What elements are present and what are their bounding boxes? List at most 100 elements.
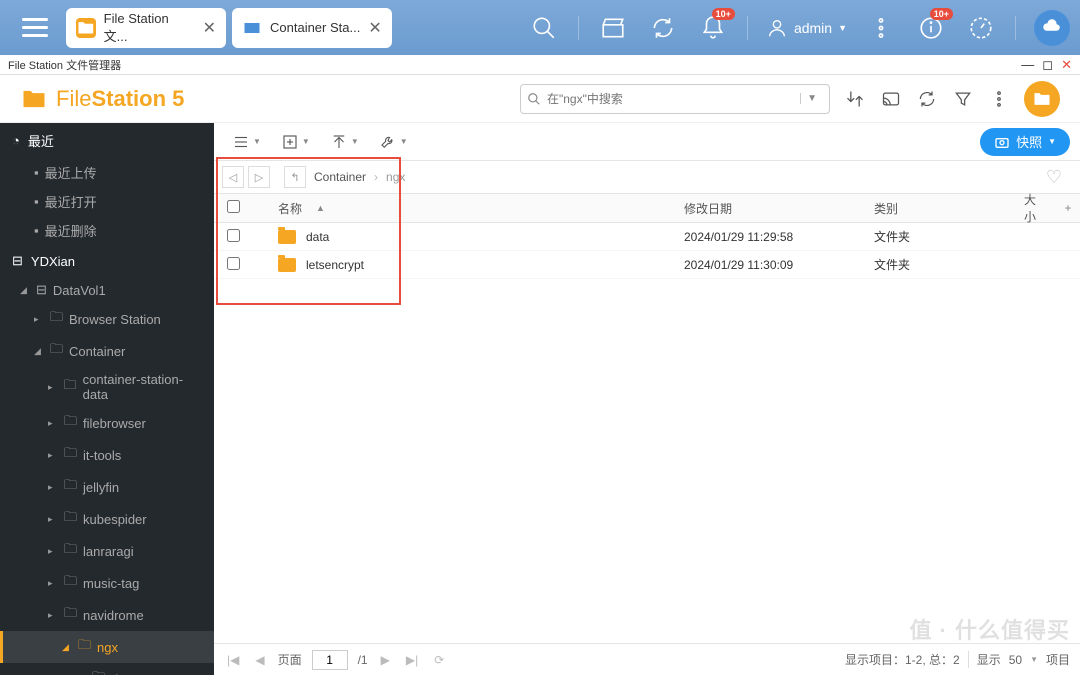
window-titlebar: File Station 文件管理器 — ◻ ✕ bbox=[0, 55, 1080, 75]
select-all-checkbox[interactable] bbox=[227, 200, 240, 213]
snapshot-button[interactable]: 快照▼ bbox=[980, 128, 1070, 156]
sidebar-section-host[interactable]: ⊟YDXian bbox=[0, 245, 214, 277]
create-button[interactable]: ▼ bbox=[273, 128, 318, 156]
cast-icon[interactable] bbox=[880, 88, 902, 110]
sidebar-section-recent[interactable]: ◔最近 bbox=[0, 123, 214, 158]
favorite-icon[interactable]: ♡ bbox=[1046, 167, 1062, 188]
sidebar-item-folder[interactable]: ▸🗀Browser Station bbox=[0, 303, 214, 335]
column-header-date[interactable]: 修改日期 bbox=[684, 200, 874, 217]
page-refresh-button[interactable]: ⟳ bbox=[431, 653, 447, 667]
view-mode-button[interactable]: ▼ bbox=[224, 128, 269, 156]
toolbar: ▼ ▼ ▼ ▼ 快照▼ bbox=[214, 123, 1080, 161]
os-tab-label: File Station 文... bbox=[104, 11, 195, 45]
folder-icon bbox=[76, 18, 96, 38]
app-header: FileStation 5 ▼ bbox=[0, 75, 1080, 123]
sidebar-item-recent-open[interactable]: ▪最近打开 bbox=[0, 187, 214, 216]
maximize-button[interactable]: ◻ bbox=[1042, 57, 1053, 73]
pager-status: 显示项目：1-2, 总：2 bbox=[845, 651, 960, 668]
os-tab-container[interactable]: Container Sta... ✕ bbox=[232, 8, 392, 48]
search-box[interactable]: ▼ bbox=[520, 84, 830, 114]
page-label: 页面 bbox=[278, 651, 302, 668]
sidebar-item-folder[interactable]: ▸🗀music-tag bbox=[0, 567, 214, 599]
container-icon bbox=[242, 18, 262, 38]
menu-icon[interactable] bbox=[10, 8, 60, 48]
page-total: /1 bbox=[358, 653, 368, 667]
filter-icon[interactable] bbox=[952, 88, 974, 110]
sidebar-item-volume[interactable]: ◢⊟DataVol1 bbox=[0, 277, 214, 303]
close-icon[interactable]: ✕ bbox=[368, 18, 381, 38]
breadcrumb-current: ngx bbox=[382, 170, 409, 184]
refresh-icon[interactable] bbox=[647, 12, 679, 44]
column-header-size[interactable]: 大小 bbox=[1024, 191, 1056, 225]
sidebar-item-folder[interactable]: ▸🗀data bbox=[0, 663, 214, 675]
display-label: 显示 bbox=[968, 651, 1001, 668]
close-icon[interactable]: ✕ bbox=[203, 18, 216, 38]
minimize-button[interactable]: — bbox=[1021, 57, 1034, 73]
window-title: File Station 文件管理器 bbox=[8, 57, 121, 73]
search-icon[interactable] bbox=[528, 12, 560, 44]
display-count[interactable]: 50 bbox=[1009, 653, 1022, 667]
file-type: 文件夹 bbox=[874, 228, 1024, 245]
close-button[interactable]: ✕ bbox=[1061, 57, 1072, 73]
sidebar-item-ngx[interactable]: ◢🗀ngx bbox=[0, 631, 214, 663]
more-icon[interactable] bbox=[988, 88, 1010, 110]
os-tab-filestation[interactable]: File Station 文... ✕ bbox=[66, 8, 226, 48]
sidebar-item-folder[interactable]: ▸🗀kubespider bbox=[0, 503, 214, 535]
sidebar-item-folder[interactable]: ▸🗀navidrome bbox=[0, 599, 214, 631]
search-input[interactable] bbox=[541, 92, 800, 106]
row-checkbox[interactable] bbox=[227, 229, 240, 242]
sidebar-item-folder[interactable]: ▸🗀it-tools bbox=[0, 439, 214, 471]
os-tab-label: Container Sta... bbox=[270, 20, 360, 35]
sidebar-item-folder[interactable]: ▸🗀filebrowser bbox=[0, 407, 214, 439]
add-column-button[interactable]: + bbox=[1056, 201, 1080, 215]
page-input[interactable] bbox=[312, 650, 348, 670]
page-last-button[interactable]: ▶| bbox=[403, 653, 421, 667]
upload-button[interactable]: ▼ bbox=[322, 128, 367, 156]
table-row[interactable]: data 2024/01/29 11:29:58 文件夹 bbox=[214, 223, 1080, 251]
file-name: letsencrypt bbox=[306, 258, 364, 272]
refresh-icon[interactable] bbox=[916, 88, 938, 110]
file-name: data bbox=[306, 230, 329, 244]
sidebar-item-folder[interactable]: ▸🗀jellyfin bbox=[0, 471, 214, 503]
breadcrumb-bar: ◁ ▷ ↰ Container › ngx ♡ bbox=[214, 161, 1080, 193]
nav-forward-button[interactable]: ▷ bbox=[248, 166, 270, 188]
os-taskbar: File Station 文... ✕ Container Sta... ✕ 1… bbox=[0, 0, 1080, 55]
file-date: 2024/01/29 11:30:09 bbox=[684, 258, 874, 272]
sidebar-item-recent-delete[interactable]: ▪最近删除 bbox=[0, 216, 214, 245]
tools-button[interactable]: ▼ bbox=[371, 128, 416, 156]
search-dropdown[interactable]: ▼ bbox=[800, 93, 823, 104]
clapper-icon[interactable] bbox=[597, 12, 629, 44]
app-logo: FileStation 5 bbox=[20, 85, 184, 113]
nav-up-button[interactable]: ↰ bbox=[284, 166, 306, 188]
nav-back-button[interactable]: ◁ bbox=[222, 166, 244, 188]
transfer-icon[interactable] bbox=[844, 88, 866, 110]
dots-icon[interactable] bbox=[865, 12, 897, 44]
bell-icon[interactable]: 10+ bbox=[697, 12, 729, 44]
page-prev-button[interactable]: ◀ bbox=[252, 653, 267, 667]
pagination-bar: |◀ ◀ 页面 /1 ▶ ▶| ⟳ 显示项目：1-2, 总：2 显示 50 ▼ … bbox=[214, 643, 1080, 675]
sidebar-item-recent-upload[interactable]: ▪最近上传 bbox=[0, 158, 214, 187]
breadcrumb-parent[interactable]: Container bbox=[310, 170, 370, 184]
row-checkbox[interactable] bbox=[227, 257, 240, 270]
column-header-type[interactable]: 类别 bbox=[874, 200, 1024, 217]
page-first-button[interactable]: |◀ bbox=[224, 653, 242, 667]
sidebar-item-folder[interactable]: ▸🗀lanraragi bbox=[0, 535, 214, 567]
column-header-name[interactable]: 名称▲ bbox=[254, 200, 684, 217]
content-area: ▼ ▼ ▼ ▼ 快照▼ ◁ ▷ ↰ Container › ngx ♡ 名称▲ … bbox=[214, 123, 1080, 675]
cloud-icon[interactable] bbox=[1034, 10, 1070, 46]
page-next-button[interactable]: ▶ bbox=[378, 653, 393, 667]
sidebar-item-container[interactable]: ◢🗀Container bbox=[0, 335, 214, 367]
dashboard-icon[interactable] bbox=[965, 12, 997, 44]
items-label: 项目 bbox=[1046, 651, 1070, 668]
file-date: 2024/01/29 11:29:58 bbox=[684, 230, 874, 244]
file-type: 文件夹 bbox=[874, 256, 1024, 273]
file-table: 名称▲ 修改日期 类别 大小 + data 2024/01/29 11:29:5… bbox=[214, 193, 1080, 643]
folder-icon bbox=[278, 258, 296, 272]
folder-icon bbox=[278, 230, 296, 244]
sidebar-item-folder[interactable]: ▸🗀container-station-data bbox=[0, 367, 214, 407]
app-avatar[interactable] bbox=[1024, 81, 1060, 117]
info-icon[interactable]: 10+ bbox=[915, 12, 947, 44]
user-menu[interactable]: admin▼ bbox=[766, 17, 847, 39]
table-row[interactable]: letsencrypt 2024/01/29 11:30:09 文件夹 bbox=[214, 251, 1080, 279]
table-header: 名称▲ 修改日期 类别 大小 + bbox=[214, 193, 1080, 223]
